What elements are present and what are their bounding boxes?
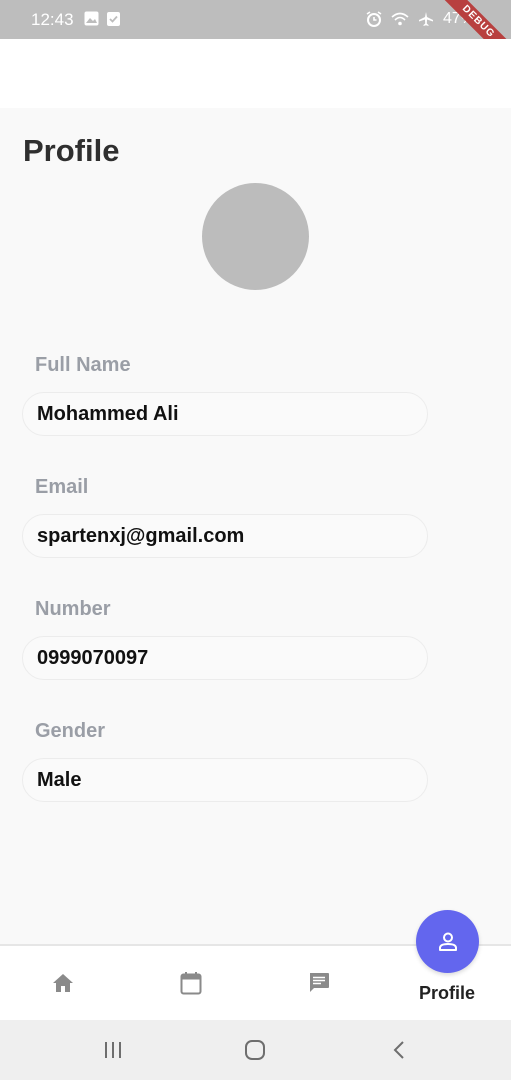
email-label: Email	[35, 476, 89, 498]
nav-home[interactable]	[48, 968, 78, 998]
full-name-field[interactable]: Mohammed Ali	[22, 392, 428, 436]
chat-icon	[310, 973, 329, 992]
home-circle-icon	[245, 1040, 265, 1060]
nav-messages[interactable]	[304, 968, 334, 998]
app-bar	[0, 39, 511, 108]
gender-label: Gender	[35, 720, 106, 742]
back-button[interactable]	[386, 1038, 412, 1062]
status-bar: 12:43 47% DEBUG	[0, 0, 511, 67]
nav-profile-label[interactable]: Profile	[419, 983, 475, 1004]
page-title: Profile	[23, 133, 120, 168]
status-time: 12:43	[31, 10, 74, 29]
avatar[interactable]	[202, 183, 309, 290]
clipboard-icon	[107, 12, 120, 26]
home-icon	[53, 974, 73, 992]
alarm-icon	[366, 11, 382, 27]
nav-calendar[interactable]	[176, 968, 206, 998]
system-navigation-bar	[0, 1020, 511, 1080]
back-icon	[393, 1041, 404, 1059]
airplane-icon	[418, 12, 433, 26]
wifi-icon	[391, 12, 409, 26]
calendar-icon	[180, 972, 202, 995]
number-field[interactable]: 0999070097	[22, 636, 428, 680]
gender-field[interactable]: Male	[22, 758, 428, 802]
recents-icon	[105, 1042, 121, 1058]
email-field[interactable]: spartenxj@gmail.com	[22, 514, 428, 558]
gallery-icon	[84, 11, 99, 26]
person-icon	[438, 932, 457, 951]
status-left-icons	[84, 11, 120, 26]
full-name-label: Full Name	[35, 354, 131, 376]
nav-profile-button[interactable]	[416, 910, 479, 973]
number-label: Number	[35, 598, 111, 620]
recents-button[interactable]	[100, 1038, 126, 1062]
home-button[interactable]	[242, 1038, 268, 1062]
